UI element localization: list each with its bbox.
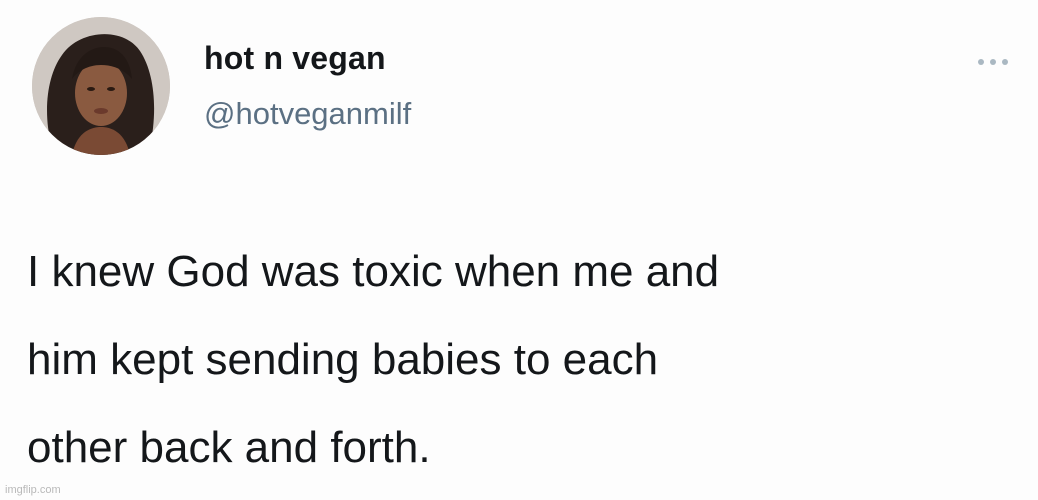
tweet-text-line: him kept sending babies to each bbox=[27, 335, 659, 384]
avatar-photo bbox=[32, 17, 170, 155]
tweet-card: hot n vegan @hotveganmilf I knew God was… bbox=[0, 0, 1038, 500]
tweet-text: I knew God was toxic when me and him kep… bbox=[27, 228, 987, 492]
author-handle[interactable]: @hotveganmilf bbox=[204, 96, 411, 132]
ellipsis-dot bbox=[990, 59, 996, 65]
author-display-name[interactable]: hot n vegan bbox=[204, 40, 386, 77]
ellipsis-icon[interactable] bbox=[971, 55, 1015, 69]
ellipsis-dot bbox=[1002, 59, 1008, 65]
watermark: imgflip.com bbox=[5, 484, 61, 496]
tweet-text-line: other back and forth. bbox=[27, 423, 431, 472]
ellipsis-dot bbox=[978, 59, 984, 65]
avatar[interactable] bbox=[32, 17, 170, 155]
tweet-text-line: I knew God was toxic when me and bbox=[27, 247, 720, 296]
